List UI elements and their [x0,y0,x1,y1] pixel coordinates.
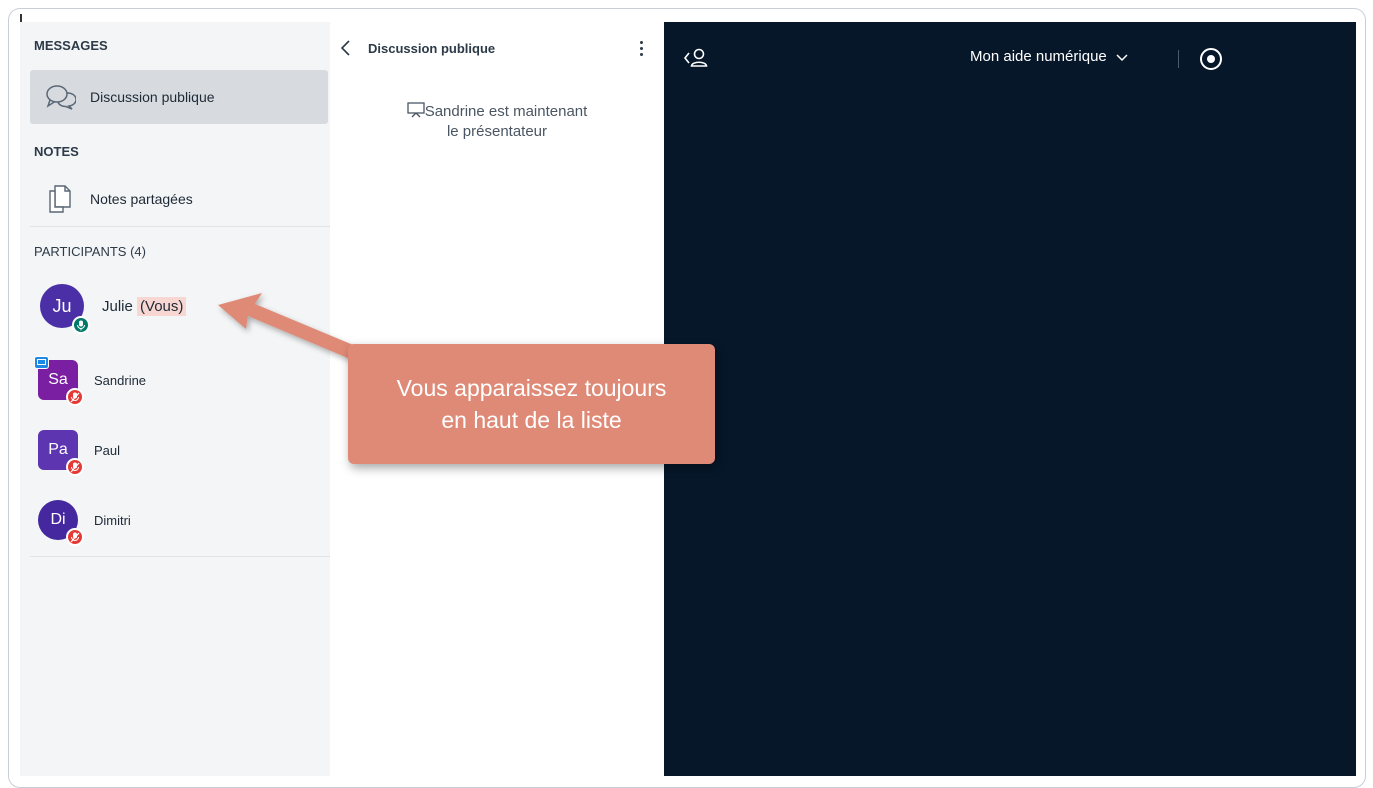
system-message-line: le présentateur [446,123,548,140]
participant-name: Dimitri [94,512,131,528]
avatar-initials: Pa [48,441,68,458]
user-list-icon [683,48,708,67]
avatar: Ju [40,284,90,334]
notes-section-title: NOTES [34,144,79,159]
presenter-icon [34,356,49,369]
you-label: (Vous) [137,296,187,316]
meeting-name: Mon aide numérique [970,48,1107,65]
divider [30,556,330,557]
meeting-name-dropdown[interactable]: Mon aide numérique [970,48,1129,65]
mic-muted-icon [66,528,84,546]
chat-bubbles-icon [30,70,90,124]
participant-julie[interactable]: Ju Julie (Vous) [30,276,328,336]
chevron-down-icon [1116,53,1128,61]
participant-name: Julie (Vous) [102,296,187,316]
avatar-initials: Ju [52,295,72,316]
callout-line: Vous apparaissez toujours [396,375,667,401]
mic-muted-icon [66,458,84,476]
avatar: Di [38,500,84,546]
avatar: Pa [38,430,84,476]
participant-name: Sandrine [94,372,147,388]
system-message: Sandrine est maintenant le présentateur [370,102,624,142]
mic-muted-icon [66,388,84,406]
avatar-initials: Sa [48,371,68,388]
presentation-icon [407,102,425,118]
sidebar-item-label: Discussion publique [90,89,215,105]
system-message-line: Sandrine est maintenant [370,102,624,122]
sidebar-item-public-chat[interactable]: Discussion publique [30,70,328,124]
participants-section-title: PARTICIPANTS (4) [34,244,146,259]
participant-dimitri[interactable]: Di Dimitri [30,490,328,550]
sidebar: MESSAGES Discussion publique NOTES Notes… [20,22,330,776]
chat-header: Discussion publique [340,36,650,60]
divider [1178,50,1179,68]
avatar-initials: Di [50,511,66,528]
sidebar-item-label: Notes partagées [90,191,193,207]
back-chevron-icon[interactable] [340,36,362,60]
mic-icon [72,316,90,334]
corner-mark [20,14,22,22]
participant-name-text: Julie [102,297,133,315]
divider [30,226,330,227]
chat-title: Discussion publique [368,40,496,56]
messages-section-title: MESSAGES [34,38,108,53]
presentation-stage: Mon aide numérique [664,22,1356,776]
sidebar-item-shared-notes[interactable]: Notes partagées [30,172,328,226]
avatar: Sa [34,356,84,406]
toggle-user-list-button[interactable] [682,46,714,70]
participant-paul[interactable]: Pa Paul [30,420,328,480]
system-message-text: Sandrine est maintenant [424,103,588,120]
record-icon[interactable] [1200,48,1222,70]
notes-document-icon [30,172,90,226]
participant-sandrine[interactable]: Sa Sandrine [30,350,328,410]
participant-name: Paul [94,442,121,458]
more-options-icon[interactable] [634,36,648,60]
callout-box: Vous apparaissez toujours en haut de la … [348,344,715,464]
callout-line: en haut de la liste [441,407,622,433]
